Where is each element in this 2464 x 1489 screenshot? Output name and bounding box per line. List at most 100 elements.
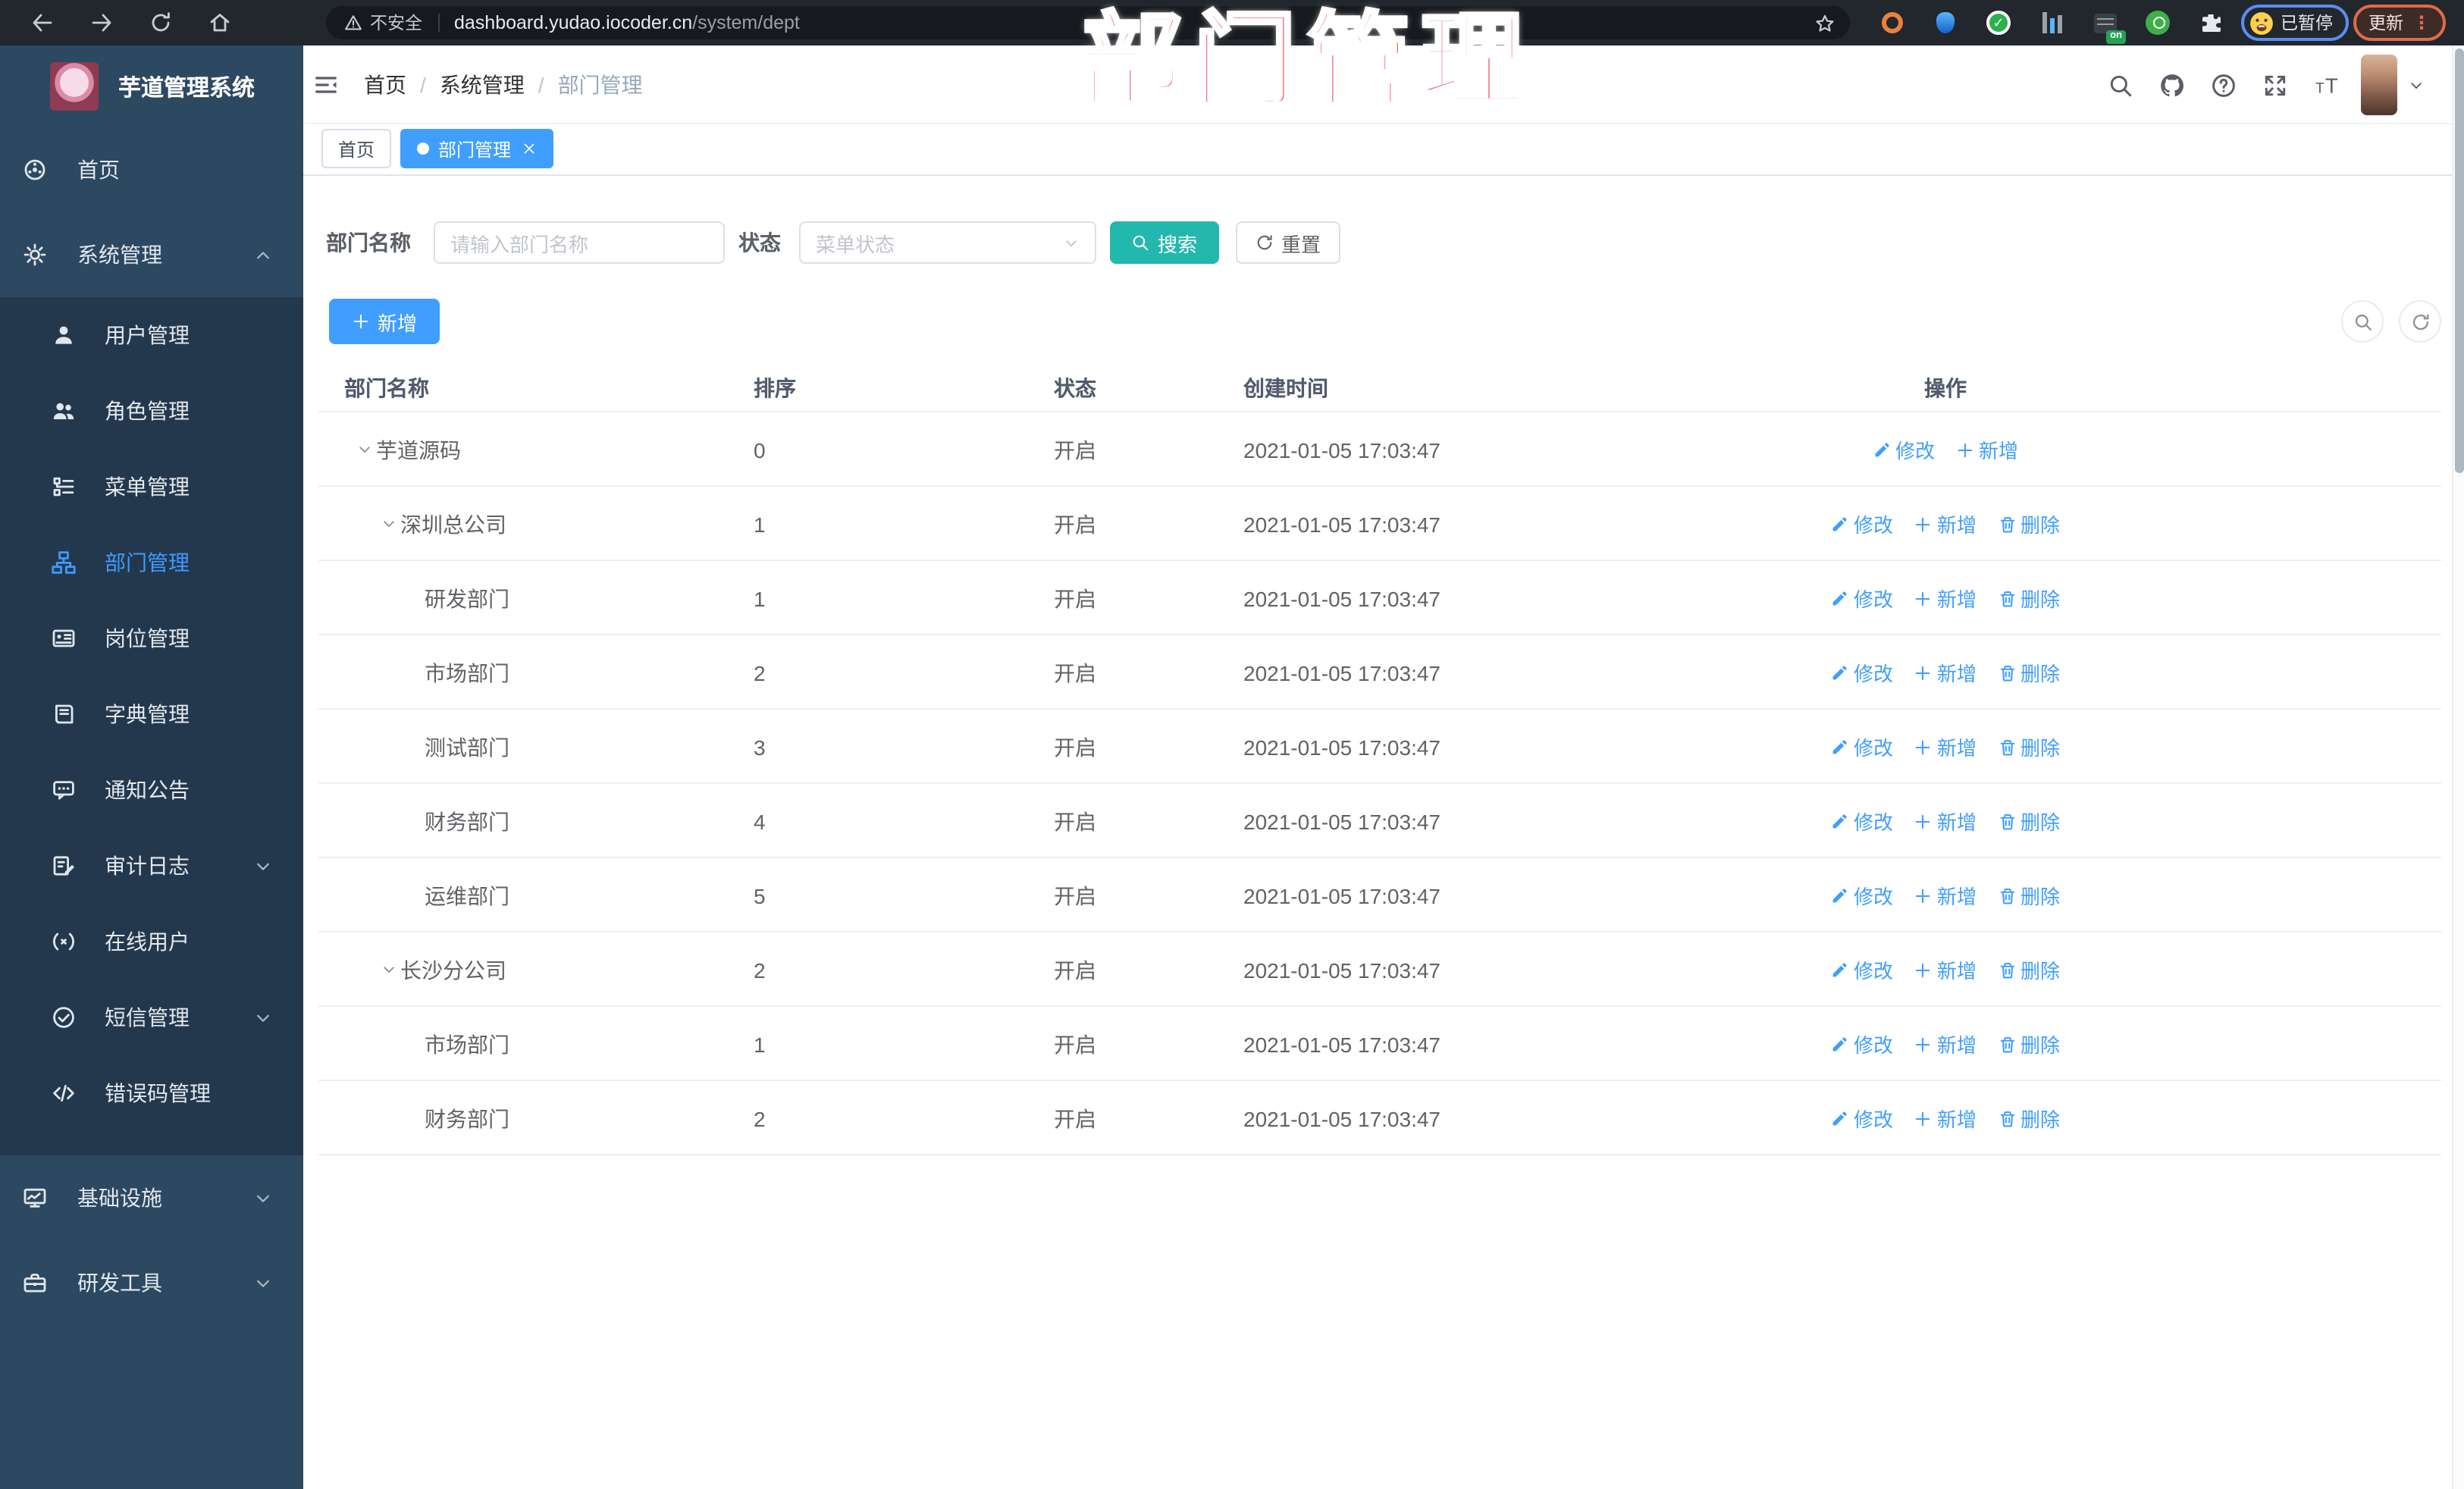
breadcrumb-home[interactable]: 首页 — [364, 70, 406, 100]
search-button[interactable]: 搜索 — [1110, 221, 1219, 264]
browser-update-button[interactable]: 更新 ⋮ — [2353, 5, 2446, 41]
sidebar-item-在线用户[interactable]: 在线用户 — [0, 904, 303, 980]
url-separator — [437, 14, 439, 32]
dept-created-time: 2021-01-05 17:03:47 — [1243, 586, 1440, 610]
delete-link[interactable]: 删除 — [1998, 509, 2060, 538]
orange-extension-icon[interactable] — [1877, 8, 1908, 38]
edit-link[interactable]: 修改 — [1831, 509, 1893, 538]
delete-icon — [1998, 738, 2016, 756]
edit-link[interactable]: 修改 — [1831, 955, 1893, 984]
extensions-puzzle-icon[interactable] — [2196, 8, 2226, 38]
delete-link[interactable]: 删除 — [1998, 584, 2060, 613]
add-link[interactable]: 新增 — [1914, 1030, 1977, 1058]
add-link[interactable]: 新增 — [1956, 435, 2018, 464]
expand-caret-icon[interactable] — [352, 437, 376, 462]
add-link[interactable]: 新增 — [1914, 509, 1977, 538]
reset-button[interactable]: 重置 — [1236, 221, 1340, 264]
edit-link[interactable]: 修改 — [1831, 1030, 1893, 1058]
help-icon[interactable] — [2197, 45, 2249, 124]
sidebar-item-系统管理[interactable]: 系统管理 — [0, 212, 303, 297]
online-users-icon — [52, 929, 76, 954]
search-icon[interactable] — [2094, 45, 2146, 124]
delete-link[interactable]: 删除 — [1998, 1104, 2060, 1133]
tags-view-bar: 首页 部门管理 — [303, 124, 2452, 176]
dept-sort: 5 — [754, 883, 766, 908]
site-security-chip[interactable]: 不安全 — [344, 11, 422, 35]
browser-profile-chip[interactable]: 已暂停 — [2241, 5, 2348, 41]
sidebar-item-用户管理[interactable]: 用户管理 — [0, 297, 303, 373]
green-circle-extension-icon[interactable] — [2143, 8, 2173, 38]
dept-status: 开启 — [1054, 809, 1096, 833]
edit-link[interactable]: 修改 — [1831, 584, 1893, 613]
edit-link[interactable]: 修改 — [1873, 435, 1935, 464]
page-scrollbar[interactable] — [2452, 45, 2464, 1489]
edit-link[interactable]: 修改 — [1831, 732, 1893, 761]
sidebar-item-部门管理[interactable]: 部门管理 — [0, 525, 303, 600]
sidebar-item-首页[interactable]: 首页 — [0, 127, 303, 212]
action-label: 删除 — [2020, 663, 2061, 685]
sidebar-item-角色管理[interactable]: 角色管理 — [0, 373, 303, 449]
add-link[interactable]: 新增 — [1914, 955, 1977, 984]
status-select[interactable]: 菜单状态 — [799, 221, 1096, 264]
expand-caret-icon[interactable] — [376, 958, 400, 982]
sidebar-item-审计日志[interactable]: 审计日志 — [0, 828, 303, 904]
sidebar-item-菜单管理[interactable]: 菜单管理 — [0, 449, 303, 525]
delete-link[interactable]: 删除 — [1998, 658, 2060, 687]
add-link[interactable]: 新增 — [1914, 807, 1977, 835]
add-link[interactable]: 新增 — [1914, 658, 1977, 687]
edit-link[interactable]: 修改 — [1831, 1104, 1893, 1133]
sidebar-toggle-icon[interactable] — [312, 71, 340, 99]
browser-forward-icon[interactable] — [85, 6, 118, 39]
add-link[interactable]: 新增 — [1914, 1104, 1977, 1133]
browser-home-icon[interactable] — [203, 6, 237, 39]
fullscreen-icon[interactable] — [2249, 45, 2300, 124]
add-button[interactable]: 新增 — [329, 299, 440, 344]
sidebar-item-字典管理[interactable]: 字典管理 — [0, 676, 303, 752]
browser-back-icon[interactable] — [26, 6, 59, 39]
dept-name-input[interactable]: 请输入部门名称 — [434, 221, 725, 264]
add-link[interactable]: 新增 — [1914, 584, 1977, 613]
caret-spacer — [400, 660, 425, 685]
app-logo[interactable]: 芋道管理系统 — [0, 45, 303, 127]
delete-link[interactable]: 删除 — [1998, 732, 2060, 761]
add-link[interactable]: 新增 — [1914, 881, 1977, 910]
tab-home[interactable]: 首页 — [321, 129, 392, 168]
expand-caret-icon[interactable] — [376, 512, 400, 536]
avatar-caret-down-icon[interactable] — [2397, 45, 2434, 124]
font-size-icon[interactable]: TT — [2300, 45, 2352, 124]
refresh-table-button[interactable] — [2399, 300, 2441, 343]
delete-link[interactable]: 删除 — [1998, 807, 2060, 835]
edit-link[interactable]: 修改 — [1831, 658, 1893, 687]
sidebar-item-研发工具[interactable]: 研发工具 — [0, 1240, 303, 1325]
delete-link[interactable]: 删除 — [1998, 881, 2060, 910]
user-avatar[interactable] — [2361, 55, 2397, 115]
delete-link[interactable]: 删除 — [1998, 955, 2060, 984]
edit-link[interactable]: 修改 — [1831, 807, 1893, 835]
sidebar-menu: 首页 系统管理 用户管理 角色管理 菜单管理 部门管理 岗位管理 字典管理 通知公告 审计日志 在线… — [0, 127, 303, 1325]
columns-extension-icon[interactable] — [2036, 8, 2067, 38]
scrollbar-thumb[interactable] — [2455, 49, 2464, 473]
browser-reload-icon[interactable] — [144, 6, 177, 39]
breadcrumb-system[interactable]: 系统管理 — [440, 70, 525, 100]
sidebar-item-基础设施[interactable]: 基础设施 — [0, 1155, 303, 1240]
sidebar-item-通知公告[interactable]: 通知公告 — [0, 752, 303, 828]
bookmark-star-icon[interactable] — [1815, 13, 1835, 33]
blue-extension-icon[interactable] — [1930, 8, 1961, 38]
tab-close-icon[interactable] — [522, 141, 537, 156]
add-link[interactable]: 新增 — [1914, 732, 1977, 761]
address-bar[interactable]: 不安全 dashboard.yudao.iocoder.cn/system/de… — [326, 6, 1850, 39]
delete-icon — [1998, 515, 2016, 533]
edit-link[interactable]: 修改 — [1831, 881, 1893, 910]
github-icon[interactable] — [2146, 45, 2197, 124]
switch-extension-icon[interactable]: on — [2089, 8, 2126, 44]
sidebar-item-错误码管理[interactable]: 错误码管理 — [0, 1055, 303, 1131]
sidebar-item-短信管理[interactable]: 短信管理 — [0, 980, 303, 1055]
browser-menu-icon[interactable]: ⋮ — [2412, 14, 2431, 32]
tab-dept-management[interactable]: 部门管理 — [400, 129, 554, 168]
green-check-extension-icon[interactable]: ✓ — [1983, 8, 2014, 38]
delete-link[interactable]: 删除 — [1998, 1030, 2060, 1058]
sidebar-item-岗位管理[interactable]: 岗位管理 — [0, 600, 303, 676]
dept-created-time: 2021-01-05 17:03:47 — [1243, 660, 1440, 685]
table-row: 测试部门 3 开启 2021-01-05 17:03:47 修改 新增 删除 — [318, 710, 2441, 784]
toggle-search-button[interactable] — [2341, 300, 2384, 343]
